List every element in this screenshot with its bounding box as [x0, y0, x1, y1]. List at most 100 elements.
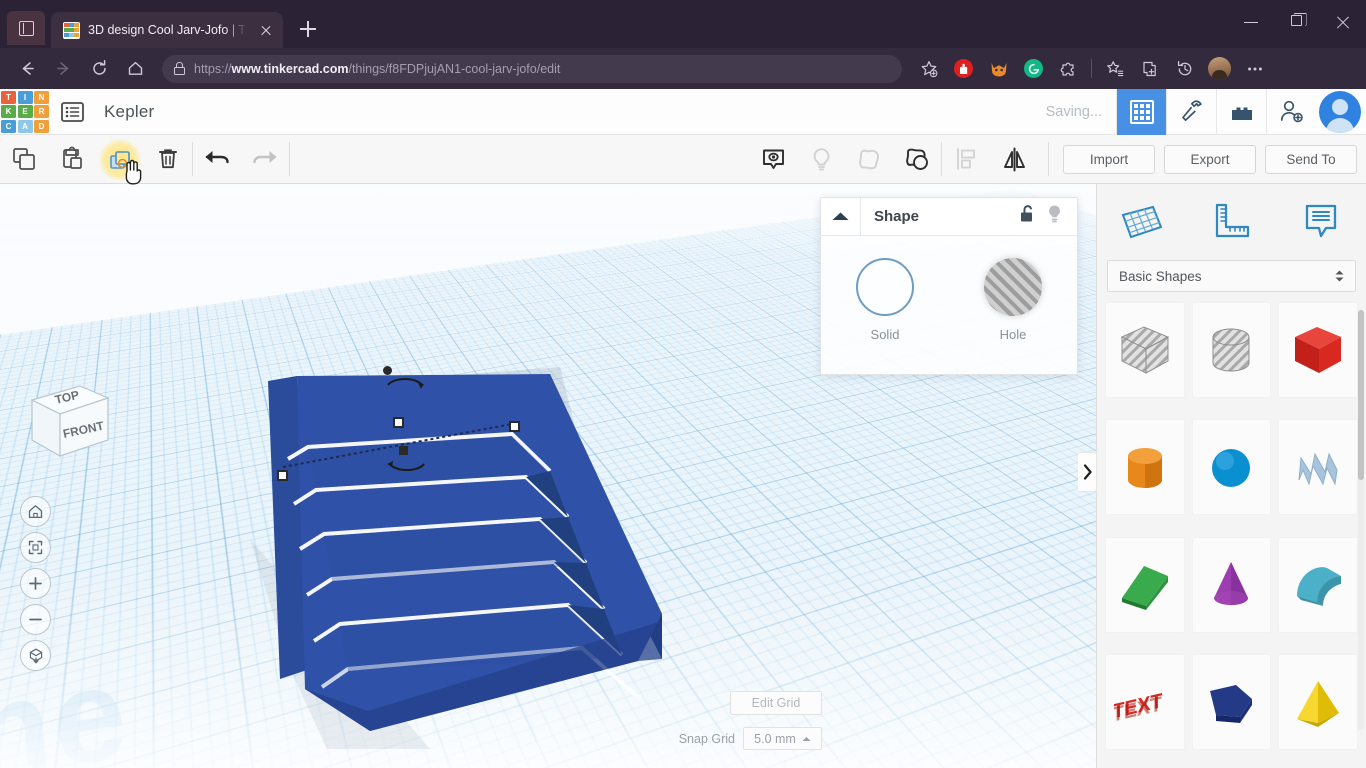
align-icon[interactable]: [942, 135, 990, 184]
lightbulb-icon[interactable]: [1046, 204, 1063, 229]
browser-tab[interactable]: 3D design Cool Jarv-Jofo | Tinkercad: [51, 12, 283, 48]
send-to-button[interactable]: Send To: [1265, 145, 1357, 174]
close-tab-icon[interactable]: [255, 19, 277, 41]
center-handle[interactable]: [399, 446, 408, 455]
logo-cell-k: K: [1, 105, 16, 118]
forward-button[interactable]: [46, 54, 80, 84]
shape-category-select[interactable]: Basic Shapes: [1107, 260, 1356, 292]
cylinder-shape[interactable]: [1105, 419, 1185, 515]
extension-puzzle-icon[interactable]: [1052, 54, 1085, 84]
text-shape[interactable]: TEXT TEXT: [1105, 654, 1185, 750]
history-tools-group: [193, 135, 289, 184]
roof-shape[interactable]: [1105, 537, 1185, 633]
collections-icon[interactable]: [1133, 54, 1166, 84]
tab-strip: 3D design Cool Jarv-Jofo | Tinkercad: [0, 0, 323, 48]
rotate-handle-top[interactable]: [383, 366, 392, 375]
edit-grid-button[interactable]: Edit Grid: [730, 691, 822, 715]
favorites-icon[interactable]: [1098, 54, 1131, 84]
designs-grid-icon[interactable]: [1116, 89, 1166, 135]
redo-icon[interactable]: [241, 135, 289, 184]
snap-grid-select[interactable]: 5.0 mm: [743, 727, 822, 750]
resize-handle-right[interactable]: [509, 421, 520, 432]
orthographic-view-icon[interactable]: [20, 640, 51, 671]
back-button[interactable]: [10, 54, 44, 84]
project-menu-button[interactable]: [50, 89, 94, 135]
scrollbar-thumb[interactable]: [1358, 310, 1364, 480]
polygon-shape[interactable]: [1192, 654, 1272, 750]
blue-staircase-model[interactable]: [250, 359, 680, 749]
history-icon[interactable]: [1168, 54, 1201, 84]
extension-grammarly-icon[interactable]: [1017, 54, 1050, 84]
box-shape[interactable]: [1278, 302, 1358, 398]
note-icon[interactable]: [1292, 196, 1350, 248]
shapes-scrollbar[interactable]: [1358, 310, 1364, 730]
restore-button[interactable]: [1274, 0, 1320, 44]
ruler-icon[interactable]: [1202, 196, 1260, 248]
document-title[interactable]: Kepler: [104, 102, 154, 122]
import-button[interactable]: Import: [1063, 145, 1155, 174]
pyramid-shape[interactable]: [1278, 654, 1358, 750]
action-buttons-group: Import Export Send To: [1063, 135, 1366, 184]
resize-handle-left[interactable]: [277, 470, 288, 481]
codeblocks-hammer-icon[interactable]: [1166, 89, 1216, 135]
copy-icon[interactable]: [0, 135, 48, 184]
invite-person-icon[interactable]: [1266, 89, 1316, 135]
home-view-icon[interactable]: [20, 496, 51, 527]
group-icon[interactable]: [845, 135, 893, 184]
toolbar-divider-2: [289, 142, 290, 176]
box-hole-shape[interactable]: [1105, 302, 1185, 398]
snap-grid-value: 5.0 mm: [754, 732, 796, 746]
round-roof-shape[interactable]: [1278, 537, 1358, 633]
new-tab-button[interactable]: [293, 14, 323, 44]
workplane-icon[interactable]: [1113, 196, 1171, 248]
collapse-up-icon[interactable]: [821, 198, 861, 236]
browser-titlebar: 3D design Cool Jarv-Jofo | Tinkercad: [0, 0, 1366, 48]
cylinder-hole-shape[interactable]: [1192, 302, 1272, 398]
fit-view-icon[interactable]: [20, 532, 51, 563]
minimize-button[interactable]: [1228, 0, 1274, 44]
address-bar[interactable]: https://www.tinkercad.com/things/f8FDPju…: [162, 55, 902, 83]
tinkercad-logo[interactable]: T I N K E R C A D: [0, 89, 50, 135]
export-button[interactable]: Export: [1164, 145, 1256, 174]
solid-option[interactable]: Solid: [856, 258, 914, 342]
view-cube[interactable]: TOP FRONT: [22, 382, 114, 470]
hole-option[interactable]: Hole: [984, 258, 1042, 342]
home-button[interactable]: [118, 54, 152, 84]
close-window-button[interactable]: [1320, 0, 1366, 44]
lightbulb-icon[interactable]: [797, 135, 845, 184]
zoom-in-icon[interactable]: [20, 568, 51, 599]
sidebar-tool-icons: [1097, 184, 1366, 260]
settings-more-icon[interactable]: [1238, 54, 1271, 84]
extension-fox-icon[interactable]: [982, 54, 1015, 84]
blocks-icon[interactable]: [1216, 89, 1266, 135]
tab-title: 3D design Cool Jarv-Jofo | Tinkercad: [88, 23, 247, 37]
duplicate-icon[interactable]: [96, 135, 144, 184]
add-favorite-icon[interactable]: [912, 54, 945, 84]
shape-panel-title: Shape: [874, 208, 919, 225]
paste-icon[interactable]: [48, 135, 96, 184]
tab-actions-button[interactable]: [7, 11, 45, 45]
header-right-group: Saving...: [1046, 89, 1366, 135]
delete-trash-icon[interactable]: [144, 135, 192, 184]
tinkercad-favicon: [63, 22, 80, 39]
reload-button[interactable]: [82, 54, 116, 84]
grid-controls: Edit Grid Snap Grid 5.0 mm: [679, 691, 822, 750]
cone-shape[interactable]: [1192, 537, 1272, 633]
logo-cell-r: R: [34, 105, 49, 118]
cylinder-icon: [1114, 436, 1176, 498]
scribble-shape[interactable]: [1278, 419, 1358, 515]
show-all-icon[interactable]: [749, 135, 797, 184]
user-avatar[interactable]: [1319, 91, 1361, 133]
chevron-right-icon[interactable]: [1078, 452, 1097, 492]
toolbar-divider: [1091, 59, 1092, 78]
extension-red-icon[interactable]: [947, 54, 980, 84]
ungroup-icon[interactable]: [893, 135, 941, 184]
profile-avatar[interactable]: [1203, 54, 1236, 84]
spinner-arrows-icon: [1335, 270, 1344, 282]
undo-icon[interactable]: [193, 135, 241, 184]
resize-handle-top[interactable]: [393, 417, 404, 428]
zoom-out-icon[interactable]: [20, 604, 51, 635]
sphere-shape[interactable]: [1192, 419, 1272, 515]
unlock-icon[interactable]: [1019, 204, 1036, 229]
mirror-icon[interactable]: [990, 135, 1038, 184]
